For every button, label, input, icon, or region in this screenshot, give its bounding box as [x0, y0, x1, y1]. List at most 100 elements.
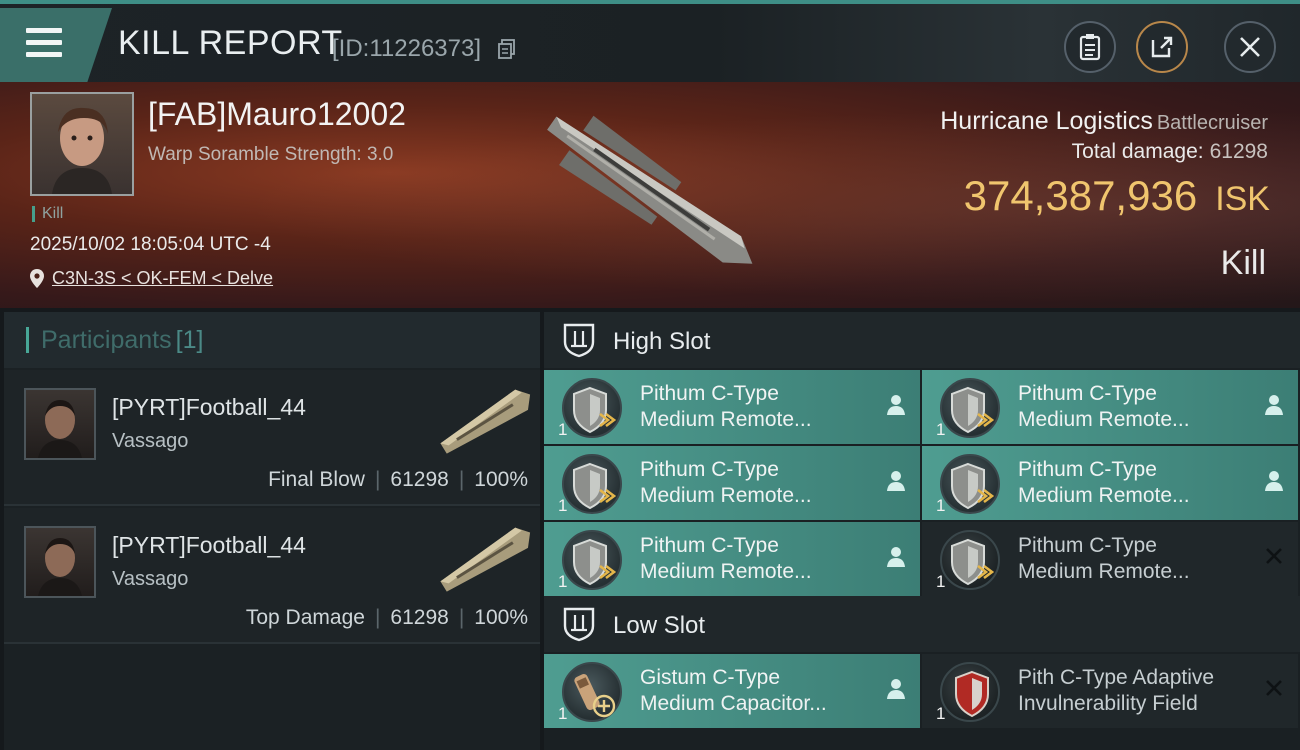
victim-panel: [FAB]Mauro12002 Warp Soramble Strength: …: [0, 82, 1300, 308]
participant-avatar: [24, 526, 96, 598]
module-name-line2: Medium Remote...: [640, 560, 812, 583]
participant-damage: 61298: [390, 606, 449, 629]
ship-name: Hurricane Logistics Battlecruiser: [940, 107, 1268, 135]
participant-row[interactable]: [PYRT]Football_44 Vassago Final Blow | 6…: [4, 370, 540, 506]
module-quantity: 1: [936, 496, 946, 515]
pilot-icon: [887, 395, 905, 415]
total-damage: Total damage: 61298: [1071, 140, 1268, 163]
participant-ship: Vassago: [112, 568, 189, 590]
module-quantity: 1: [936, 572, 946, 591]
report-id: [ID:11226373]: [332, 35, 482, 62]
shield-transporter-icon: [951, 462, 995, 510]
module-item[interactable]: 1 Pithum C-Type Medium Remote...: [544, 522, 920, 596]
victim-ship-image[interactable]: [520, 92, 780, 292]
shield-transporter-icon: [951, 386, 995, 434]
module-name-line2: Medium Remote...: [1018, 408, 1190, 431]
participant-percent: 100%: [474, 468, 528, 491]
warp-scramble-strength: Warp Soramble Strength: 3.0: [148, 144, 394, 165]
module-item[interactable]: 1 Pithum C-Type Medium Remote...: [922, 522, 1298, 596]
module-name-line2: Medium Remote...: [640, 484, 812, 507]
participant-role: Final Blow: [268, 468, 365, 491]
module-item[interactable]: 1 Pithum C-Type Medium Remote...: [544, 370, 920, 444]
shield-transporter-icon: [573, 538, 617, 586]
menu-button[interactable]: [0, 8, 112, 82]
location-link[interactable]: C3N-3S < OK-FEM < Delve: [52, 268, 273, 289]
victim-avatar-icon: [52, 107, 112, 194]
victim-pilot-name[interactable]: [FAB]Mauro12002: [148, 96, 406, 133]
module-icon: [940, 530, 1000, 590]
isk-unit: ISK: [1215, 180, 1270, 218]
participant-stats: Top Damage | 61298 | 100%: [245, 606, 528, 629]
kill-datetime: 2025/10/02 18:05:04 UTC -4: [30, 234, 271, 255]
shield-transporter-icon: [573, 462, 617, 510]
isk-value: 374,387,936 ISK: [963, 172, 1270, 219]
module-icon: [562, 530, 622, 590]
participants-panel: Participants [1] [PYRT]Football_44 Vassag…: [4, 312, 540, 750]
module-name-line2: Medium Capacitor...: [640, 692, 827, 715]
module-icon: [562, 662, 622, 722]
module-name-line1: Pithum C-Type: [640, 534, 779, 557]
kill-result: Kill: [1220, 244, 1266, 282]
module-item[interactable]: 1 Pithum C-Type Medium Remote...: [544, 446, 920, 520]
shield-module-icon: [955, 670, 989, 718]
shield-transporter-icon: [573, 386, 617, 434]
victim-portrait[interactable]: [30, 92, 134, 196]
module-name-line1: Pithum C-Type: [1018, 382, 1157, 405]
clipboard-icon: [1079, 34, 1101, 61]
top-bar: KILL REPORT [ID:11226373]: [0, 0, 1300, 82]
participant-avatar: [24, 388, 96, 460]
module-quantity: 1: [558, 572, 568, 591]
participant-name[interactable]: [PYRT]Football_44: [112, 394, 306, 421]
module-icon: [940, 378, 1000, 438]
hamburger-icon: [26, 28, 62, 33]
close-button[interactable]: [1224, 21, 1276, 73]
high-slot-icon: [563, 323, 595, 358]
module-name-line2: Medium Remote...: [1018, 484, 1190, 507]
ship-class: Battlecruiser: [1156, 112, 1268, 134]
module-item[interactable]: 1 Pithum C-Type Medium Remote...: [922, 446, 1298, 520]
participant-name[interactable]: [PYRT]Football_44: [112, 532, 306, 559]
high-slot-header: High Slot: [544, 312, 1300, 368]
module-name-line1: Pithum C-Type: [640, 382, 779, 405]
location-pin-icon: [30, 269, 44, 288]
module-name-line1: Pithum C-Type: [1018, 458, 1157, 481]
module-name-line1: Gistum C-Type: [640, 666, 781, 689]
low-slot-header: Low Slot: [544, 596, 1300, 652]
close-icon: [1240, 37, 1260, 57]
pilot-icon: [887, 547, 905, 567]
destroyed-icon: [1266, 680, 1282, 696]
module-icon: [940, 662, 1000, 722]
total-damage-value: 61298: [1209, 140, 1268, 163]
copy-icon[interactable]: [498, 39, 516, 59]
participant-damage: 61298: [390, 468, 449, 491]
participant-ship-image: [440, 527, 531, 592]
module-quantity: 1: [936, 704, 946, 723]
participant-avatar-icon: [38, 538, 82, 596]
kill-tag: Kill: [32, 206, 63, 222]
module-name-line2: Invulnerability Field: [1018, 692, 1198, 715]
module-item[interactable]: 1 Pith C-Type Adaptive Invulnerability Fie…: [922, 654, 1298, 728]
page-title: KILL REPORT: [118, 24, 343, 62]
module-item[interactable]: 1 Pithum C-Type Medium Remote...: [922, 370, 1298, 444]
module-icon: [562, 378, 622, 438]
participants-label: Participants: [41, 326, 172, 354]
module-icon: [562, 454, 622, 514]
low-slot-label: Low Slot: [613, 612, 706, 639]
participant-percent: 100%: [474, 606, 528, 629]
module-item[interactable]: 1 Gistum C-Type Medium Capacitor...: [544, 654, 920, 728]
participants-header: Participants [1]: [4, 312, 540, 368]
participant-ship: Vassago: [112, 430, 189, 452]
module-quantity: 1: [558, 420, 568, 439]
module-quantity: 1: [936, 420, 946, 439]
clipboard-button[interactable]: [1064, 21, 1116, 73]
shield-transporter-icon: [951, 538, 995, 586]
share-icon: [1151, 36, 1173, 58]
module-name-line1: Pithum C-Type: [1018, 534, 1157, 557]
kill-location[interactable]: C3N-3S < OK-FEM < Delve: [30, 268, 273, 289]
pilot-icon: [887, 471, 905, 491]
module-name-line1: Pith C-Type Adaptive: [1018, 666, 1215, 689]
participant-row[interactable]: [PYRT]Football_44 Vassago Top Damage | 6…: [4, 508, 540, 644]
fitting-panel: High Slot 1 Pithum C-Type Medium Remote...…: [544, 312, 1300, 750]
share-button[interactable]: [1136, 21, 1188, 73]
participant-ship-image: [440, 389, 531, 454]
